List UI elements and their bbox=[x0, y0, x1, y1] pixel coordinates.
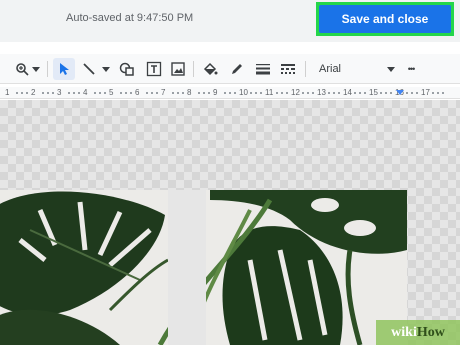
toolbar-divider bbox=[47, 61, 48, 77]
ruler-tick bbox=[302, 92, 304, 94]
chevron-down-icon[interactable] bbox=[386, 58, 396, 80]
ruler-label: 10 bbox=[239, 88, 248, 97]
ruler-label: 12 bbox=[291, 88, 300, 97]
ruler-tick bbox=[338, 92, 340, 94]
ruler-tick bbox=[406, 92, 408, 94]
ruler-tick bbox=[16, 92, 18, 94]
ruler-tick bbox=[125, 92, 127, 94]
ruler-tick bbox=[203, 92, 205, 94]
ruler-label: 9 bbox=[213, 88, 218, 97]
ruler-tick bbox=[73, 92, 75, 94]
ruler-tick bbox=[276, 92, 278, 94]
ruler-tick bbox=[151, 92, 153, 94]
pen-icon[interactable] bbox=[229, 58, 245, 80]
ruler-label: 5 bbox=[109, 88, 114, 97]
ruler-label: 3 bbox=[57, 88, 62, 97]
watermark-part1: wiki bbox=[391, 324, 417, 340]
ruler-tick bbox=[120, 92, 122, 94]
ruler-label: 15 bbox=[369, 88, 378, 97]
image-icon[interactable] bbox=[169, 58, 187, 80]
top-bar: Auto-saved at 9:47:50 PM Save and close bbox=[0, 0, 460, 42]
ruler-tick bbox=[432, 92, 434, 94]
watermark-part2: How bbox=[416, 324, 445, 340]
chevron-down-icon[interactable] bbox=[101, 58, 111, 80]
ruler-tick bbox=[146, 92, 148, 94]
ruler-tick bbox=[390, 92, 392, 94]
ruler-tick bbox=[411, 92, 413, 94]
ruler-tick bbox=[442, 92, 444, 94]
ruler-tick bbox=[380, 92, 382, 94]
ruler-tick bbox=[78, 92, 80, 94]
chevron-down-icon[interactable] bbox=[31, 58, 41, 80]
ruler-tick bbox=[385, 92, 387, 94]
ruler-label: 1 bbox=[5, 88, 10, 97]
wikihow-watermark: wiki How bbox=[376, 320, 460, 345]
ruler-tick bbox=[208, 92, 210, 94]
ruler-tick bbox=[172, 92, 174, 94]
ruler-tick bbox=[437, 92, 439, 94]
ruler-tick bbox=[68, 92, 70, 94]
ruler-tick bbox=[156, 92, 158, 94]
zoom-icon[interactable] bbox=[14, 58, 30, 80]
ruler-label: 11 bbox=[265, 88, 274, 97]
ruler-label: 7 bbox=[161, 88, 166, 97]
shape-icon[interactable] bbox=[118, 58, 136, 80]
line-dash-icon[interactable] bbox=[279, 58, 297, 80]
ruler-tick bbox=[416, 92, 418, 94]
ruler-tick bbox=[42, 92, 44, 94]
ruler-tick bbox=[198, 92, 200, 94]
ruler-label: 8 bbox=[187, 88, 192, 97]
autosave-status: Auto-saved at 9:47:50 PM bbox=[66, 12, 194, 24]
ruler-tick bbox=[359, 92, 361, 94]
ruler-tick bbox=[364, 92, 366, 94]
line-icon[interactable] bbox=[80, 58, 98, 80]
indent-marker-icon[interactable] bbox=[396, 90, 404, 95]
ruler-tick bbox=[333, 92, 335, 94]
line-weight-icon[interactable] bbox=[254, 58, 272, 80]
ruler-tick bbox=[130, 92, 132, 94]
ruler-label: 13 bbox=[317, 88, 326, 97]
ruler-tick bbox=[52, 92, 54, 94]
ruler-tick bbox=[250, 92, 252, 94]
ruler-tick bbox=[177, 92, 179, 94]
more-options-icon[interactable]: ••• bbox=[402, 58, 420, 80]
ruler-tick bbox=[224, 92, 226, 94]
ruler-tick bbox=[260, 92, 262, 94]
save-button-highlight: Save and close bbox=[316, 2, 454, 36]
ruler-tick bbox=[94, 92, 96, 94]
toolbar-divider bbox=[193, 61, 194, 77]
ruler-label: 17 bbox=[421, 88, 430, 97]
ruler-tick bbox=[354, 92, 356, 94]
ruler-tick bbox=[182, 92, 184, 94]
save-and-close-button[interactable]: Save and close bbox=[319, 5, 451, 33]
ruler-tick bbox=[21, 92, 23, 94]
ruler-tick bbox=[328, 92, 330, 94]
ruler-tick bbox=[307, 92, 309, 94]
ruler-tick bbox=[99, 92, 101, 94]
ruler-label: 2 bbox=[31, 88, 36, 97]
ruler-label: 14 bbox=[343, 88, 352, 97]
ruler-label: 6 bbox=[135, 88, 140, 97]
ruler-tick bbox=[47, 92, 49, 94]
ruler-tick bbox=[234, 92, 236, 94]
ruler-tick bbox=[286, 92, 288, 94]
ruler-tick bbox=[255, 92, 257, 94]
ruler: 1 2 3 4 5 6 7 8 9 10 11 12 13 14 15 16 17 bbox=[0, 87, 460, 99]
select-arrow-icon[interactable] bbox=[53, 58, 75, 80]
ruler-tick bbox=[104, 92, 106, 94]
toolbar-divider bbox=[305, 61, 306, 77]
ruler-tick bbox=[26, 92, 28, 94]
text-box-icon[interactable] bbox=[145, 58, 163, 80]
ruler-tick bbox=[229, 92, 231, 94]
font-selector[interactable]: Arial bbox=[319, 63, 341, 75]
ruler-label: 4 bbox=[83, 88, 88, 97]
drawing-toolbar: Arial ••• bbox=[0, 54, 460, 84]
fill-color-icon[interactable] bbox=[201, 58, 219, 80]
photo-gap bbox=[168, 190, 206, 345]
ruler-tick bbox=[281, 92, 283, 94]
ruler-tick bbox=[312, 92, 314, 94]
